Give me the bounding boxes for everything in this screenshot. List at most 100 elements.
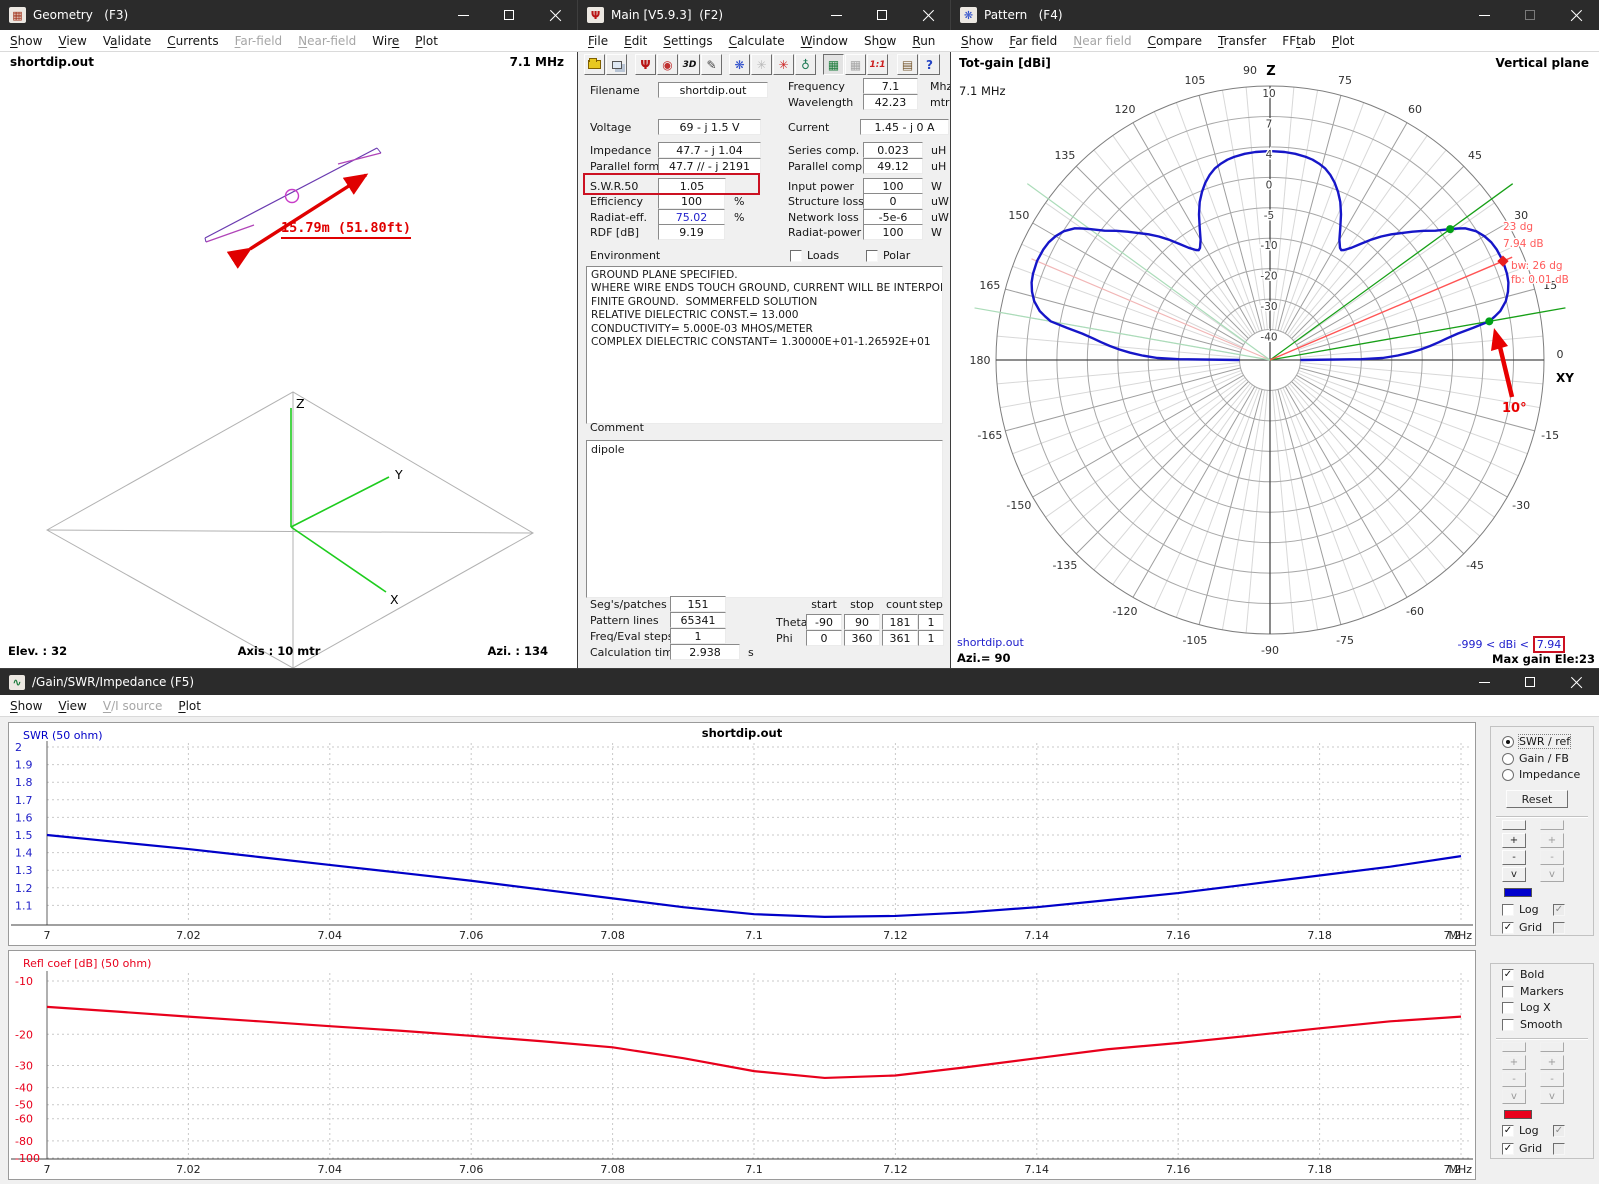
field-radiat-eff[interactable]: 75.02 xyxy=(658,209,725,225)
toolbar-open-file-icon[interactable] xyxy=(584,54,605,75)
radio-gain-fb[interactable] xyxy=(1502,753,1514,765)
menu-item-plot[interactable]: Plot xyxy=(170,696,209,716)
menu-item-show[interactable]: Show xyxy=(2,696,50,716)
menu-item-file[interactable]: File xyxy=(580,31,616,51)
swr-color-swatch[interactable] xyxy=(1504,888,1532,897)
loads-checkbox[interactable] xyxy=(790,250,802,262)
close-button[interactable] xyxy=(905,0,951,30)
menu-item-transfer[interactable]: Transfer xyxy=(1210,31,1274,51)
reset-button[interactable]: Reset xyxy=(1506,790,1568,808)
sweep-phi-count[interactable]: 361 xyxy=(882,630,918,646)
checkbox-markers[interactable] xyxy=(1502,986,1514,998)
filename-input[interactable]: shortdip.out xyxy=(658,82,768,98)
menu-item-run[interactable]: Run xyxy=(904,31,943,51)
refl-color-swatch[interactable] xyxy=(1504,1110,1532,1119)
checkbox-smooth[interactable] xyxy=(1502,1019,1514,1031)
toolbar-geometry-grid-icon[interactable]: ▦ xyxy=(823,54,844,75)
field-efficiency[interactable]: 100 xyxy=(658,193,725,209)
wavelength-input[interactable]: 42.23 xyxy=(863,94,918,110)
toolbar-viewer-3d-icon[interactable]: 3D xyxy=(679,54,700,75)
field-radiat-power[interactable]: 100 xyxy=(863,224,923,240)
sweep-theta-stop[interactable]: 90 xyxy=(844,614,880,630)
menu-item-settings[interactable]: Settings xyxy=(655,31,720,51)
field-series-comp[interactable]: 0.023 xyxy=(863,142,923,158)
toolbar-optimizer-star-icon[interactable]: ✳ xyxy=(773,54,794,75)
menu-item-edit[interactable]: Edit xyxy=(616,31,655,51)
menu-item-validate[interactable]: Validate xyxy=(95,31,159,51)
field-voltage[interactable]: 69 - j 1.5 V xyxy=(658,119,761,135)
minimize-button[interactable] xyxy=(1461,669,1507,695)
toolbar-book-icon[interactable]: ▤ xyxy=(897,54,918,75)
toolbar-scale-1-1-icon[interactable]: 1:1 xyxy=(867,54,888,75)
field-pattern-lines[interactable]: 65341 xyxy=(670,612,726,628)
field-seg-s-patches[interactable]: 151 xyxy=(670,596,726,612)
close-button[interactable] xyxy=(532,0,578,30)
menu-item-compare[interactable]: Compare xyxy=(1140,31,1210,51)
maximize-button[interactable] xyxy=(859,0,905,30)
log-checkbox-bottom[interactable]: ✓ xyxy=(1502,1125,1514,1137)
comment-box[interactable]: dipole xyxy=(586,440,943,598)
menu-item-plot[interactable]: Plot xyxy=(407,31,446,51)
scale--left[interactable]: + xyxy=(1502,833,1526,848)
field-input-power[interactable]: 100 xyxy=(863,178,923,194)
pattern-canvas[interactable]: 10740-5-10-20-30-40015304560759010512013… xyxy=(951,52,1599,669)
menu-item-show[interactable]: Show xyxy=(2,31,50,51)
menu-item-fftab[interactable]: FFtab xyxy=(1274,31,1324,51)
grid-checkbox-bottom[interactable]: ✓ xyxy=(1502,1143,1514,1155)
field-structure-loss[interactable]: 0 xyxy=(863,193,923,209)
menu-item-far-field[interactable]: Far field xyxy=(1001,31,1065,51)
sweep-theta-start[interactable]: -90 xyxy=(806,614,842,630)
minimize-button[interactable] xyxy=(813,0,859,30)
field-network-loss[interactable]: -5e-6 xyxy=(863,209,923,225)
toolbar-help-icon[interactable]: ? xyxy=(919,54,940,75)
field-parallel-comp[interactable]: 49.12 xyxy=(863,158,923,174)
scale--left[interactable]: - xyxy=(1502,850,1526,865)
field-s-w-r-50[interactable]: 1.05 xyxy=(658,178,726,194)
frequency-input[interactable]: 7.1 xyxy=(863,78,918,94)
menu-item-currents[interactable]: Currents xyxy=(159,31,226,51)
geometry-titlebar[interactable]: ▦ Geometry (F3) xyxy=(0,0,578,30)
geometry-canvas[interactable]: shortdip.out 7.1 MHz Z Y X xyxy=(0,52,578,669)
swr-plot-panel[interactable]: 21.91.81.71.61.51.41.31.21.177.027.047.0… xyxy=(8,722,1476,946)
field-rdf-db[interactable]: 9.19 xyxy=(658,224,725,240)
toolbar-run-antenna-icon[interactable]: Ψ xyxy=(635,54,656,75)
menu-item-view[interactable]: View xyxy=(50,696,94,716)
checkbox-bold[interactable]: ✓ xyxy=(1502,969,1514,981)
maximize-button[interactable] xyxy=(1507,0,1553,30)
maximize-button[interactable] xyxy=(1507,669,1553,695)
menu-item-show[interactable]: Show xyxy=(856,31,904,51)
maximize-button[interactable] xyxy=(486,0,532,30)
toolbar-near-field-rays-icon[interactable]: ✳ xyxy=(751,54,772,75)
toolbar-edit-notepad-icon[interactable]: ✎ xyxy=(701,54,722,75)
close-button[interactable] xyxy=(1553,669,1599,695)
toolbar-geometry-ball-icon[interactable]: ◉ xyxy=(657,54,678,75)
menu-item-wire[interactable]: Wire xyxy=(364,31,407,51)
log-checkbox-top[interactable] xyxy=(1502,904,1514,916)
checkbox-log-x[interactable] xyxy=(1502,1002,1514,1014)
toolbar-far-field-sphere-icon[interactable]: ❋ xyxy=(729,54,750,75)
close-button[interactable] xyxy=(1553,0,1599,30)
toolbar-pattern-grid-icon[interactable]: ▦ xyxy=(845,54,866,75)
scale-blank-left[interactable] xyxy=(1502,820,1526,830)
field-calculation-time[interactable]: 2.938 xyxy=(670,644,740,660)
field-parallel-form[interactable]: 47.7 // - j 2191 xyxy=(658,158,761,174)
minimize-button[interactable] xyxy=(1461,0,1507,30)
main-titlebar[interactable]: Ψ Main [V5.9.3] (F2) xyxy=(578,0,951,30)
radio-swr-ref[interactable] xyxy=(1502,736,1514,748)
grid-checkbox-top[interactable]: ✓ xyxy=(1502,922,1514,934)
radio-impedance[interactable] xyxy=(1502,769,1514,781)
menu-item-window[interactable]: Window xyxy=(793,31,856,51)
refl-plot-panel[interactable]: -10-20-30-40-50-60-80-10077.027.047.067.… xyxy=(8,950,1476,1180)
sweep-theta-step[interactable]: 1 xyxy=(918,614,944,630)
sweep-phi-stop[interactable]: 360 xyxy=(844,630,880,646)
sweep-theta-count[interactable]: 181 xyxy=(882,614,918,630)
field-current[interactable]: 1.45 - j 0 A xyxy=(860,119,949,135)
field-impedance[interactable]: 47.7 - j 1.04 xyxy=(658,142,761,158)
menu-item-plot[interactable]: Plot xyxy=(1324,31,1363,51)
field-freq-eval-steps[interactable]: 1 xyxy=(670,628,726,644)
sweep-phi-start[interactable]: 0 xyxy=(806,630,842,646)
menu-item-view[interactable]: View xyxy=(50,31,94,51)
minimize-button[interactable] xyxy=(440,0,486,30)
menu-item-show[interactable]: Show xyxy=(953,31,1001,51)
polar-checkbox[interactable] xyxy=(866,250,878,262)
